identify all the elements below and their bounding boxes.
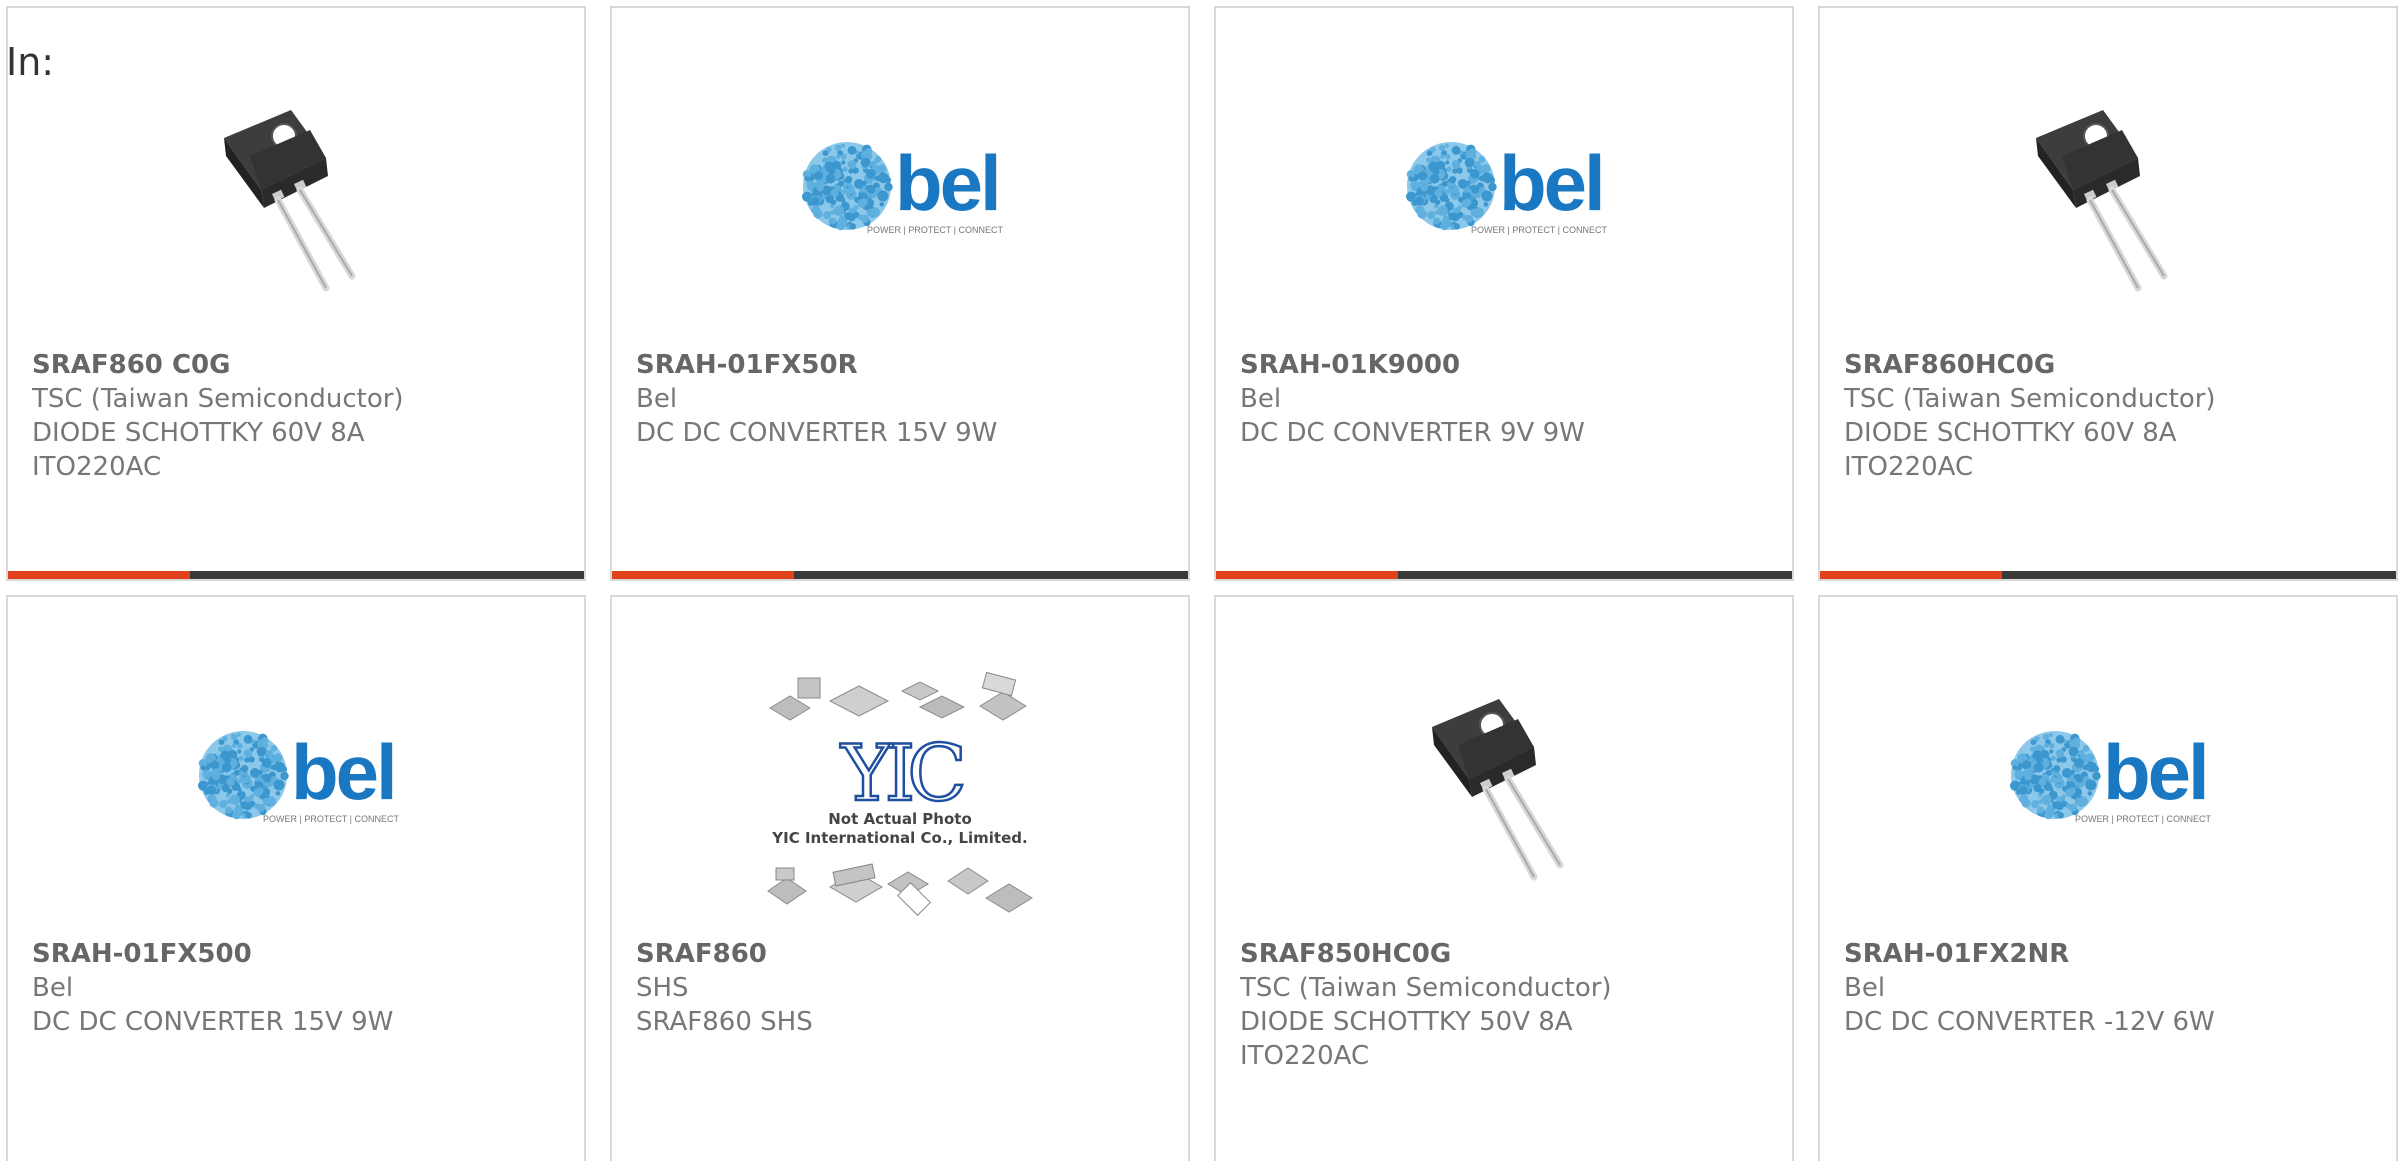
description: DIODE SCHOTTKY 60V 8A <box>32 418 365 448</box>
bel-logo-icon: bel POWER | PROTECT | CONNECT <box>802 139 1004 235</box>
product-image: bel POWER | PROTECT | CONNECT <box>612 68 1188 308</box>
svg-text:POWER | PROTECT | CONNECT: POWER | PROTECT | CONNECT <box>263 814 400 824</box>
product-info: SRAH-01FX50R Bel DC DC CONVERTER 15V 9W <box>636 348 1164 450</box>
part-number[interactable]: SRAF860 <box>636 937 1164 971</box>
part-number[interactable]: SRAF860HC0G <box>1844 348 2372 382</box>
product-info: SRAH-01FX500 Bel DC DC CONVERTER 15V 9W <box>32 937 560 1039</box>
to220-diode-image <box>224 110 356 292</box>
product-info: SRAF860 SHS SRAF860 SHS <box>636 937 1164 1039</box>
card-bar <box>1216 571 1792 579</box>
svg-text:POWER | PROTECT | CONNECT: POWER | PROTECT | CONNECT <box>2075 814 2212 824</box>
product-image: bel POWER | PROTECT | CONNECT <box>1820 657 2396 897</box>
part-number[interactable]: SRAF850HC0G <box>1240 937 1768 971</box>
bel-logo-icon: bel POWER | PROTECT | CONNECT <box>2010 728 2212 824</box>
part-number[interactable]: SRAH-01FX2NR <box>1844 937 2372 971</box>
part-number[interactable]: SRAH-01FX50R <box>636 348 1164 382</box>
card-bar-accent <box>1820 571 2002 579</box>
svg-text:Not Actual Photo: Not Actual Photo <box>828 810 972 828</box>
product-image <box>1820 78 2396 318</box>
product-image: bel POWER | PROTECT | CONNECT <box>1216 68 1792 308</box>
product-card[interactable]: SRAF860HC0G TSC (Taiwan Semiconductor) D… <box>1818 6 2398 581</box>
svg-text:YIC: YIC <box>840 729 962 819</box>
svg-text:bel: bel <box>1499 139 1603 227</box>
part-number[interactable]: SRAH-01K9000 <box>1240 348 1768 382</box>
product-card[interactable]: SRAF850HC0G TSC (Taiwan Semiconductor) D… <box>1214 595 1794 1161</box>
part-number[interactable]: SRAH-01FX500 <box>32 937 560 971</box>
description: SRAF860 SHS <box>636 1007 813 1037</box>
svg-text:YIC International Co., Limited: YIC International Co., Limited. <box>771 829 1027 847</box>
product-info: SRAF860 C0G TSC (Taiwan Semiconductor) D… <box>32 348 560 484</box>
bel-logo-icon: bel POWER | PROTECT | CONNECT <box>1406 139 1608 235</box>
part-number[interactable]: SRAF860 C0G <box>32 348 560 382</box>
description-line-2: ITO220AC <box>1240 1041 1370 1071</box>
yic-placeholder-image: YIC Not Actual Photo YIC International C… <box>767 672 1033 916</box>
manufacturer: TSC (Taiwan Semiconductor) <box>1844 384 2216 414</box>
to220-diode-image <box>2036 110 2168 292</box>
description: DC DC CONVERTER 15V 9W <box>636 418 998 448</box>
svg-text:bel: bel <box>291 728 395 816</box>
description: DIODE SCHOTTKY 60V 8A <box>1844 418 2177 448</box>
svg-text:bel: bel <box>895 139 999 227</box>
product-card[interactable]: bel POWER | PROTECT | CONNECT SRAH-01K90… <box>1214 6 1794 581</box>
description: DC DC CONVERTER -12V 6W <box>1844 1007 2215 1037</box>
product-info: SRAF850HC0G TSC (Taiwan Semiconductor) D… <box>1240 937 1768 1073</box>
product-info: SRAH-01FX2NR Bel DC DC CONVERTER -12V 6W <box>1844 937 2372 1039</box>
description: DIODE SCHOTTKY 50V 8A <box>1240 1007 1573 1037</box>
product-card[interactable]: bel POWER | PROTECT | CONNECT SRAH-01FX5… <box>6 595 586 1161</box>
product-card[interactable]: YIC Not Actual Photo YIC International C… <box>610 595 1190 1161</box>
product-info: SRAH-01K9000 Bel DC DC CONVERTER 9V 9W <box>1240 348 1768 450</box>
bel-logo-icon: bel POWER | PROTECT | CONNECT <box>198 728 400 824</box>
manufacturer: Bel <box>1240 384 1282 414</box>
card-bar <box>612 571 1188 579</box>
card-bar-accent <box>612 571 794 579</box>
card-bar <box>1820 571 2396 579</box>
product-image: bel POWER | PROTECT | CONNECT <box>8 657 584 897</box>
product-card[interactable]: SRAF860 C0G TSC (Taiwan Semiconductor) D… <box>6 6 586 581</box>
description-line-2: ITO220AC <box>1844 452 1974 482</box>
product-grid: SRAF860 C0G TSC (Taiwan Semiconductor) D… <box>6 6 2398 1161</box>
card-bar-accent <box>8 571 190 579</box>
manufacturer: Bel <box>636 384 678 414</box>
svg-text:bel: bel <box>2103 728 2207 816</box>
product-info: SRAF860HC0G TSC (Taiwan Semiconductor) D… <box>1844 348 2372 484</box>
card-bar <box>8 571 584 579</box>
product-image <box>1216 667 1792 907</box>
manufacturer: SHS <box>636 973 689 1003</box>
svg-text:POWER | PROTECT | CONNECT: POWER | PROTECT | CONNECT <box>867 225 1004 235</box>
description-line-2: ITO220AC <box>32 452 162 482</box>
card-bar-accent <box>1216 571 1398 579</box>
manufacturer: Bel <box>32 973 74 1003</box>
manufacturer: Bel <box>1844 973 1886 1003</box>
product-image: YIC Not Actual Photo YIC International C… <box>612 672 1188 917</box>
manufacturer: TSC (Taiwan Semiconductor) <box>1240 973 1612 1003</box>
description: DC DC CONVERTER 9V 9W <box>1240 418 1585 448</box>
page: In: SRAF860 C0G TSC (Taiwan Semiconducto… <box>0 0 2400 1161</box>
product-card[interactable]: bel POWER | PROTECT | CONNECT SRAH-01FX2… <box>1818 595 2398 1161</box>
to220-diode-image <box>1432 699 1564 881</box>
product-image <box>8 78 584 318</box>
svg-text:POWER | PROTECT | CONNECT: POWER | PROTECT | CONNECT <box>1471 225 1608 235</box>
filter-label: In: <box>6 40 55 84</box>
product-card[interactable]: bel POWER | PROTECT | CONNECT SRAH-01FX5… <box>610 6 1190 581</box>
manufacturer: TSC (Taiwan Semiconductor) <box>32 384 404 414</box>
description: DC DC CONVERTER 15V 9W <box>32 1007 394 1037</box>
